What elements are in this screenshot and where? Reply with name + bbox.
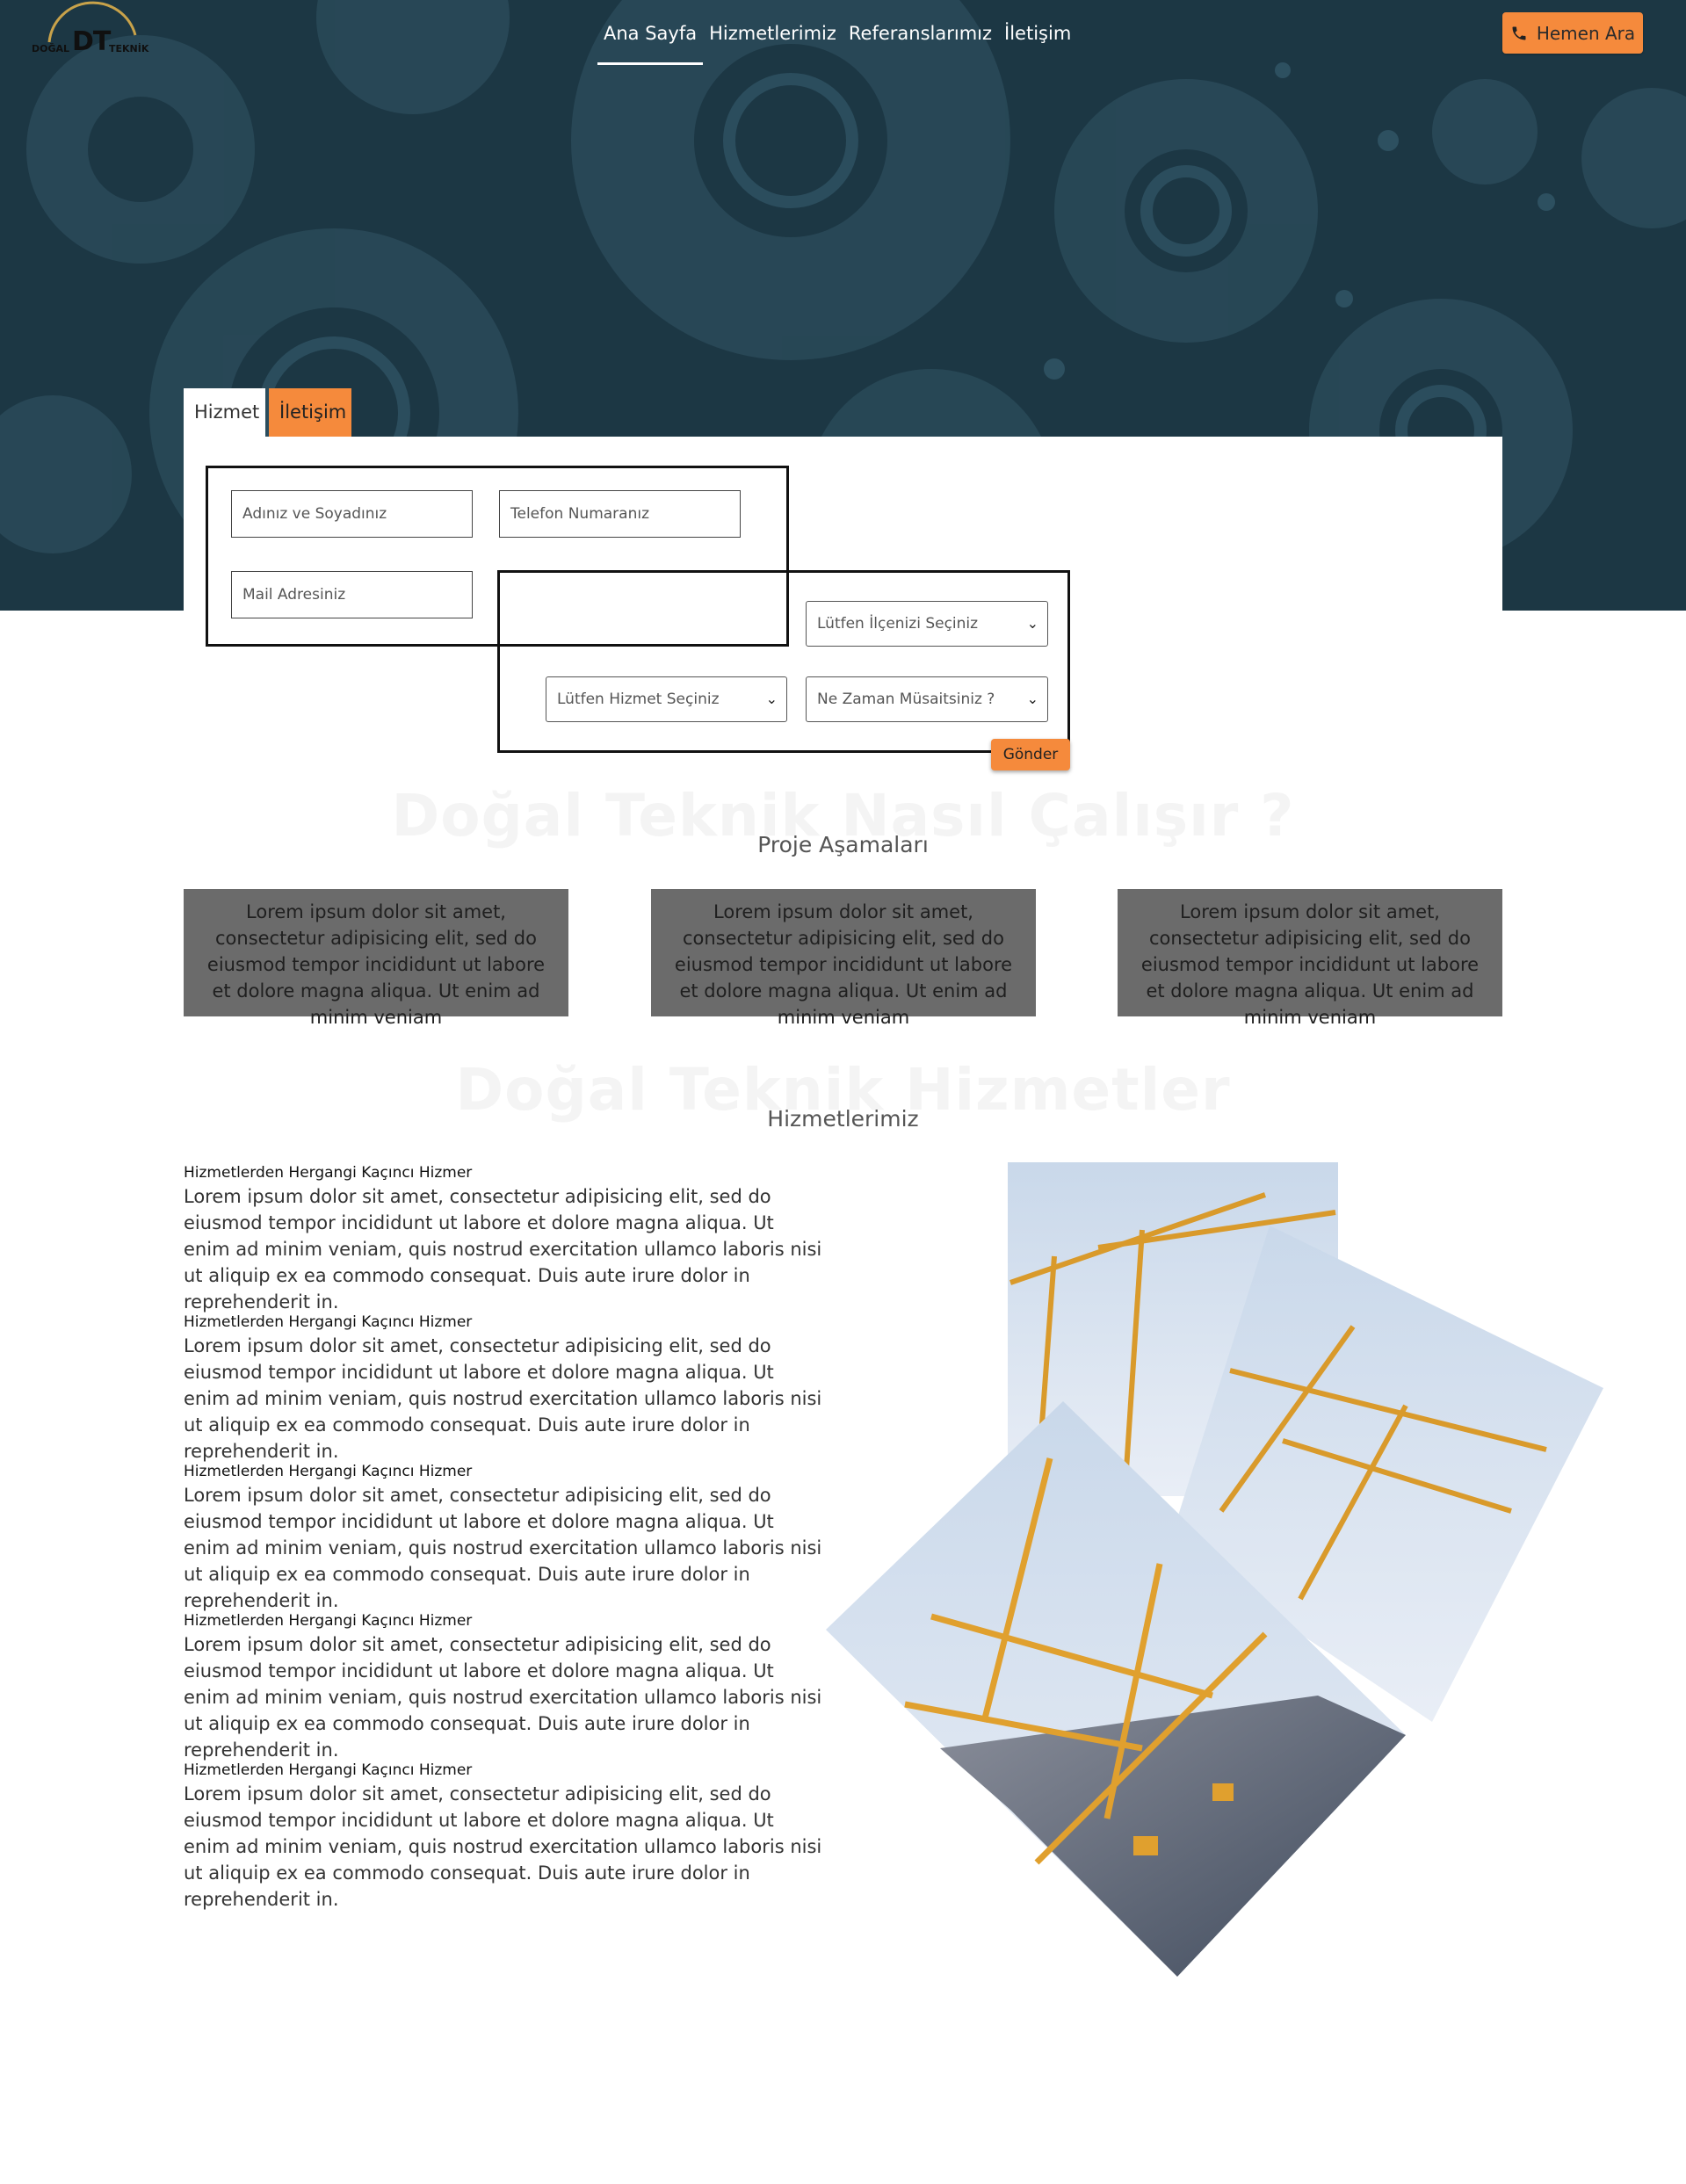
- district-select[interactable]: Lütfen İlçenizi Seçiniz ⌄: [806, 601, 1048, 647]
- service-item-text: Lorem ipsum dolor sit amet, consectetur …: [184, 1634, 822, 1761]
- logo-mark: DT: [72, 26, 111, 57]
- tab-iletisim[interactable]: İletişim: [269, 388, 351, 437]
- service-item-text: Lorem ipsum dolor sit amet, consectetur …: [184, 1485, 822, 1611]
- service-item: Hizmetlerden Hergangi Kaçıncı Hizmer Lor…: [184, 1313, 825, 1464]
- construction-photo: [1008, 1162, 1338, 1497]
- availability-select[interactable]: Ne Zaman Müsaitsiniz ? ⌄: [806, 676, 1048, 722]
- step-card: Lorem ipsum dolor sit amet, consectetur …: [651, 889, 1036, 1028]
- nav-item-referanslarimiz[interactable]: Referanslarımız: [843, 0, 998, 67]
- district-select-value: Lütfen İlçenizi Seçiniz: [817, 615, 979, 633]
- service-item: Hizmetlerden Hergangi Kaçıncı Hizmer Lor…: [184, 1761, 825, 1913]
- email-input[interactable]: Mail Adresiniz: [231, 571, 473, 618]
- call-now-label: Hemen Ara: [1536, 22, 1636, 44]
- service-select[interactable]: Lütfen Hizmet Seçiniz ⌄: [546, 676, 787, 722]
- service-item: Hizmetlerden Hergangi Kaçıncı Hizmer Lor…: [184, 1611, 825, 1763]
- phone-input[interactable]: Telefon Numaranız: [499, 490, 741, 538]
- brand-logo[interactable]: DOĞAL DT TEKNİK: [26, 0, 158, 63]
- construction-photo: [1169, 1226, 1603, 1722]
- nav-item-ana-sayfa[interactable]: Ana Sayfa: [597, 0, 704, 67]
- project-steps-title: Proje Aşamaları: [757, 832, 929, 857]
- service-item-text: Lorem ipsum dolor sit amet, consectetur …: [184, 1783, 822, 1910]
- nav-item-iletisim[interactable]: İletişim: [998, 0, 1077, 67]
- service-item-text: Lorem ipsum dolor sit amet, consectetur …: [184, 1335, 822, 1462]
- service-item-title: Hizmetlerden Hergangi Kaçıncı Hizmer: [184, 1313, 473, 1331]
- services-title: Hizmetlerimiz: [767, 1106, 919, 1132]
- service-item: Hizmetlerden Hergangi Kaçıncı Hizmer Lor…: [184, 1163, 825, 1315]
- call-now-button[interactable]: Hemen Ara: [1502, 12, 1643, 54]
- chevron-down-icon: ⌄: [765, 691, 778, 707]
- nav-item-hizmetlerimiz[interactable]: Hizmetlerimiz: [703, 0, 843, 67]
- service-select-value: Lütfen Hizmet Seçiniz: [557, 691, 720, 708]
- service-item-title: Hizmetlerden Hergangi Kaçıncı Hizmer: [184, 1463, 473, 1480]
- service-item-text: Lorem ipsum dolor sit amet, consectetur …: [184, 1186, 822, 1313]
- tab-hizmet[interactable]: Hizmet: [184, 388, 265, 437]
- main-nav: Ana Sayfa Hizmetlerimiz Referanslarımız …: [597, 0, 1077, 67]
- form-outline-box: [497, 570, 1070, 753]
- chevron-down-icon: ⌄: [1026, 691, 1038, 707]
- phone-icon: [1512, 26, 1526, 40]
- service-item-title: Hizmetlerden Hergangi Kaçıncı Hizmer: [184, 1164, 473, 1182]
- step-card: Lorem ipsum dolor sit amet, consectetur …: [1118, 889, 1502, 1028]
- construction-photo: [826, 1401, 1406, 1977]
- name-input[interactable]: Adınız ve Soyadınız: [231, 490, 473, 538]
- service-item-title: Hizmetlerden Hergangi Kaçıncı Hizmer: [184, 1761, 473, 1779]
- submit-button[interactable]: Gönder: [991, 739, 1070, 770]
- step-card: Lorem ipsum dolor sit amet, consectetur …: [184, 889, 568, 1028]
- logo-left-text: DOĞAL: [32, 43, 70, 54]
- availability-select-value: Ne Zaman Müsaitsiniz ?: [817, 691, 995, 708]
- logo-right-text: TEKNİK: [109, 43, 149, 54]
- service-item-title: Hizmetlerden Hergangi Kaçıncı Hizmer: [184, 1612, 473, 1630]
- chevron-down-icon: ⌄: [1026, 615, 1038, 632]
- service-item: Hizmetlerden Hergangi Kaçıncı Hizmer Lor…: [184, 1462, 825, 1614]
